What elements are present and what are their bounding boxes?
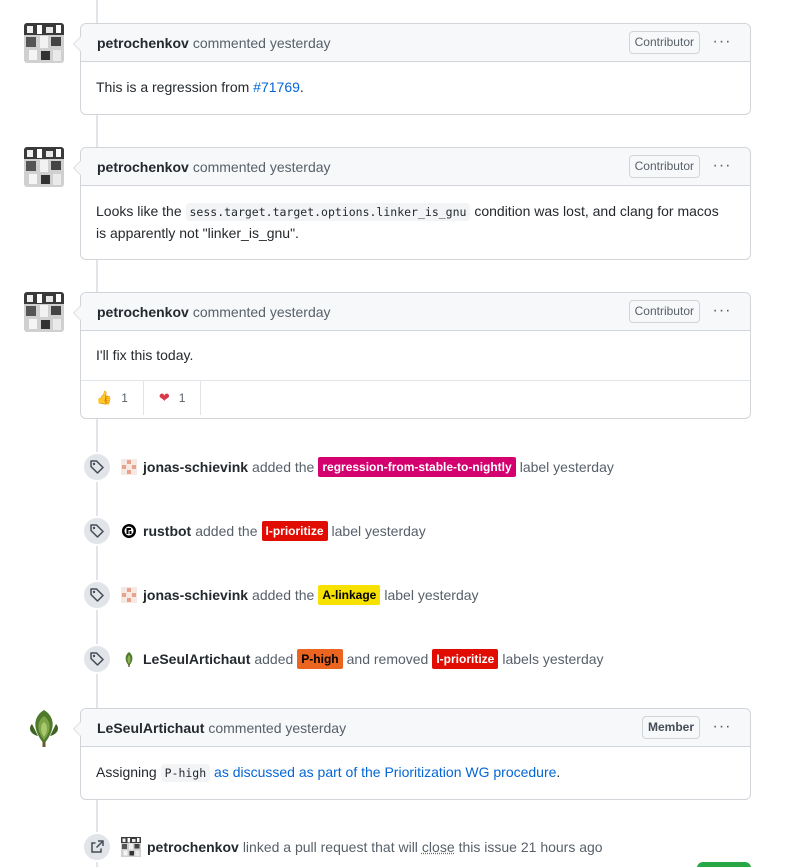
timeline-event-label: jonas-schievink added the A-linkage labe… xyxy=(82,580,479,610)
avatar-rustbot[interactable] xyxy=(121,523,137,539)
comment-card: LeSeulArtichaut commented yesterday Memb… xyxy=(80,708,751,800)
comment-timestamp[interactable]: commented yesterday xyxy=(208,720,346,736)
author-role-badge: Contributor xyxy=(629,300,700,323)
avatar-petrochenkov[interactable] xyxy=(24,292,64,332)
event-actor[interactable]: rustbot xyxy=(143,523,191,539)
comment-timestamp[interactable]: commented yesterday xyxy=(193,304,331,320)
comment-card: petrochenkov commented yesterday Contrib… xyxy=(80,23,751,115)
comment-timestamp[interactable]: commented yesterday xyxy=(193,35,331,51)
label-i-prioritize[interactable]: I-prioritize xyxy=(262,521,328,541)
comment-text: Looks like the xyxy=(96,203,186,219)
event-tail[interactable]: labels yesterday xyxy=(502,651,603,667)
comment-text-suffix: . xyxy=(556,764,560,780)
comment-body: This is a regression from #71769. xyxy=(81,62,750,113)
avatar-leseulartichaut[interactable] xyxy=(26,708,62,748)
event-verb: added the xyxy=(252,587,314,603)
inline-code: sess.target.target.options.linker_is_gnu xyxy=(186,203,471,221)
label-p-high[interactable]: P-high xyxy=(297,649,342,669)
comment-header: petrochenkov commented yesterday Contrib… xyxy=(81,148,750,186)
avatar-jonas-schievink[interactable] xyxy=(121,459,137,475)
thumbs-up-icon: 👍 xyxy=(96,390,112,406)
event-tail[interactable]: this issue 21 hours ago xyxy=(459,839,603,855)
label-i-prioritize[interactable]: I-prioritize xyxy=(432,649,498,669)
timeline-event-label: jonas-schievink added the regression-fro… xyxy=(82,452,614,482)
comment-header: petrochenkov commented yesterday Contrib… xyxy=(81,24,750,62)
comment-author[interactable]: petrochenkov xyxy=(97,304,189,320)
event-actor[interactable]: jonas-schievink xyxy=(143,459,248,475)
more-options-icon[interactable]: ··· xyxy=(712,718,732,738)
avatar-jonas-schievink[interactable] xyxy=(121,587,137,603)
event-actor[interactable]: LeSeulArtichaut xyxy=(143,651,250,667)
comment-text: condition was lost, and clang for macos xyxy=(470,203,718,219)
issue-link[interactable]: #71769 xyxy=(253,79,300,95)
procedure-link[interactable]: as discussed as part of the Prioritizati… xyxy=(214,764,556,780)
avatar-leseulartichaut[interactable] xyxy=(121,651,137,667)
author-role-badge: Contributor xyxy=(629,155,700,178)
comment-timestamp[interactable]: commented yesterday xyxy=(193,159,331,175)
comment-text: This is a regression from xyxy=(96,79,253,95)
inline-code: P-high xyxy=(161,764,211,782)
event-actor[interactable]: petrochenkov xyxy=(147,839,239,855)
reaction-count: 1 xyxy=(121,391,128,405)
label-a-linkage[interactable]: A-linkage xyxy=(318,585,380,605)
close-keyword[interactable]: close xyxy=(422,839,455,855)
reaction-heart[interactable]: ❤ 1 xyxy=(144,381,202,415)
comment-author[interactable]: petrochenkov xyxy=(97,159,189,175)
event-tail[interactable]: label yesterday xyxy=(384,587,478,603)
comment-body: Assigning P-high as discussed as part of… xyxy=(81,747,750,799)
tag-icon xyxy=(82,516,112,546)
event-mid: and removed xyxy=(347,651,429,667)
event-verb: added xyxy=(254,651,293,667)
avatar-petrochenkov[interactable] xyxy=(24,147,64,187)
comment-text: I'll fix this today. xyxy=(96,347,193,363)
avatar-petrochenkov[interactable] xyxy=(24,23,64,63)
comment-card: petrochenkov commented yesterday Contrib… xyxy=(80,292,751,419)
tag-icon xyxy=(82,580,112,610)
comment-text: is apparently not "linker_is_gnu". xyxy=(96,225,299,241)
comment-text-suffix: . xyxy=(300,79,304,95)
pr-state-badge xyxy=(697,862,751,867)
tag-icon xyxy=(82,644,112,674)
timeline-event-label: LeSeulArtichaut added P-high and removed… xyxy=(82,644,604,674)
reaction-count: 1 xyxy=(179,391,186,405)
event-tail[interactable]: label yesterday xyxy=(332,523,426,539)
avatar-petrochenkov[interactable] xyxy=(121,837,141,857)
comment-body: Looks like the sess.target.target.option… xyxy=(81,186,750,259)
more-options-icon[interactable]: ··· xyxy=(712,302,732,322)
reaction-thumbs-up[interactable]: 👍 1 xyxy=(81,381,144,415)
comment-card: petrochenkov commented yesterday Contrib… xyxy=(80,147,751,260)
label-regression-from-stable-to-nightly[interactable]: regression-from-stable-to-nightly xyxy=(318,457,515,477)
event-actor[interactable]: jonas-schievink xyxy=(143,587,248,603)
timeline-event-linked-pr: petrochenkov linked a pull request that … xyxy=(82,832,603,862)
event-verb: added the xyxy=(252,459,314,475)
comment-author[interactable]: petrochenkov xyxy=(97,35,189,51)
cross-reference-icon xyxy=(82,832,112,862)
heart-icon: ❤ xyxy=(159,390,170,406)
timeline-event-label: rustbot added the I-prioritize label yes… xyxy=(82,516,426,546)
comment-text: Assigning xyxy=(96,764,161,780)
more-options-icon[interactable]: ··· xyxy=(712,33,732,53)
event-verb: linked a pull request that will xyxy=(243,839,418,855)
author-role-badge: Contributor xyxy=(629,31,700,54)
more-options-icon[interactable]: ··· xyxy=(712,157,732,177)
comment-author[interactable]: LeSeulArtichaut xyxy=(97,720,204,736)
event-verb: added the xyxy=(195,523,257,539)
comment-header: petrochenkov commented yesterday Contrib… xyxy=(81,293,750,331)
author-role-badge: Member xyxy=(642,716,700,739)
event-tail[interactable]: label yesterday xyxy=(520,459,614,475)
reactions-bar: 👍 1 ❤ 1 xyxy=(81,380,750,415)
tag-icon xyxy=(82,452,112,482)
comment-header: LeSeulArtichaut commented yesterday Memb… xyxy=(81,709,750,747)
comment-body: I'll fix this today. xyxy=(81,331,750,380)
